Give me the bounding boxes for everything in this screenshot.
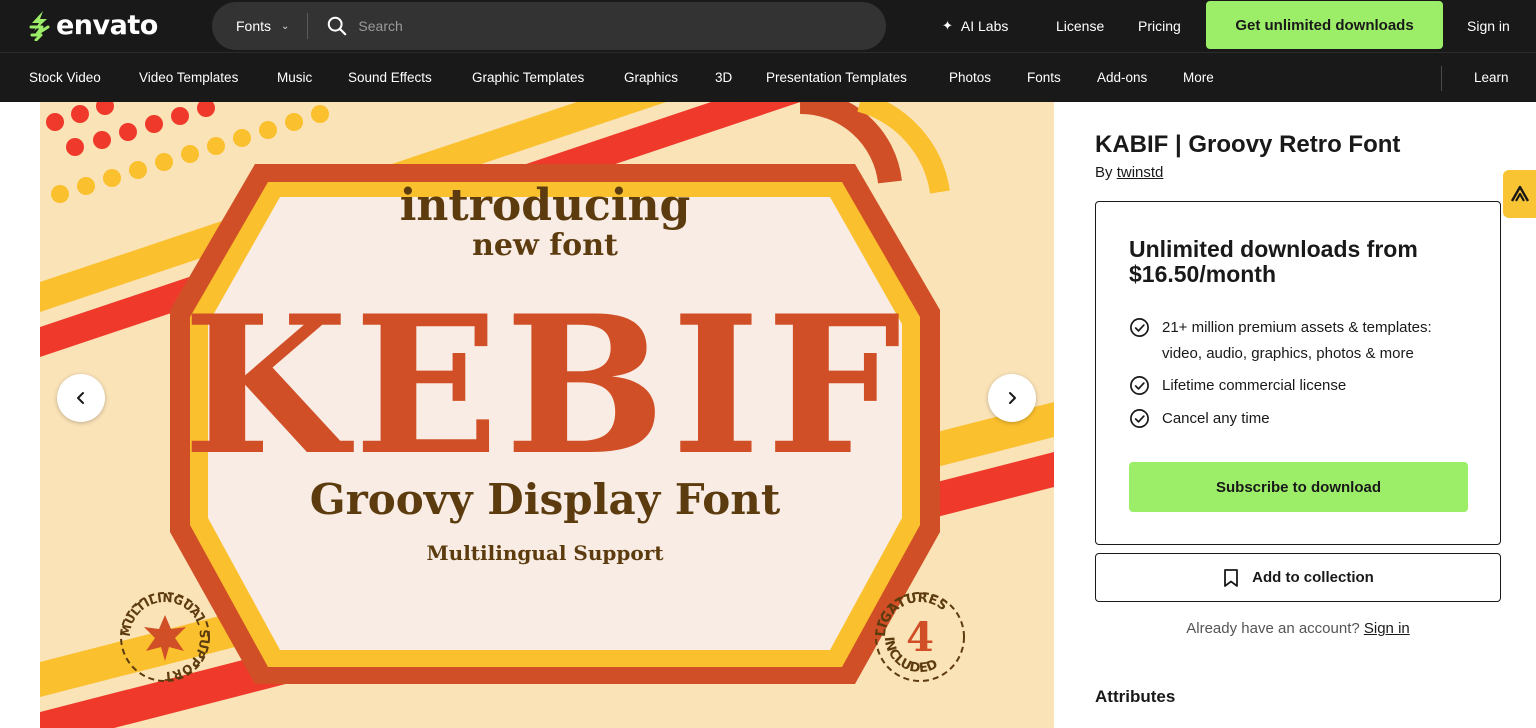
feature-item: Cancel any time — [1129, 406, 1270, 432]
preview-support-line: Multilingual Support — [427, 541, 665, 565]
check-circle-icon — [1130, 318, 1149, 337]
add-to-collection-label: Add to collection — [1252, 569, 1374, 586]
feature-item: 21+ million premium assets & templates: … — [1129, 315, 1469, 367]
search-category-dropdown[interactable]: Fonts ⌄ — [212, 13, 309, 39]
attributes-heading: Attributes — [1095, 687, 1176, 706]
sign-in-link[interactable]: Sign in — [1467, 0, 1510, 52]
logo-text: envato — [56, 9, 158, 41]
chevron-left-icon — [77, 392, 84, 404]
category-nav: Stock Video Video Templates Music Sound … — [0, 52, 1536, 102]
search-input[interactable] — [358, 18, 839, 34]
pricing-link[interactable]: Pricing — [1138, 0, 1181, 52]
next-image-button[interactable] — [988, 374, 1036, 422]
feature-item: Lifetime commercial license — [1129, 373, 1346, 399]
nav-add-ons[interactable]: Add-ons — [1097, 53, 1147, 103]
account-sign-in-link[interactable]: Sign in — [1364, 620, 1410, 637]
ai-labs-label: AI Labs — [960, 18, 1009, 34]
top-header: envato Fonts ⌄ ✦ AI Labs License Pricing… — [0, 0, 1536, 52]
bookmark-icon — [1224, 568, 1239, 587]
nav-3d[interactable]: 3D — [715, 53, 732, 103]
byline: By twinstd — [1095, 164, 1163, 181]
envato-logo[interactable]: envato — [28, 9, 158, 41]
floating-extension-button[interactable] — [1503, 170, 1536, 218]
account-prompt-text: Already have an account? — [1186, 620, 1360, 637]
ai-labs-link[interactable]: ✦ AI Labs — [942, 0, 1008, 52]
add-to-collection-button[interactable]: Add to collection — [1095, 553, 1501, 602]
chevron-down-icon: ⌄ — [281, 20, 290, 32]
license-link[interactable]: License — [1056, 0, 1104, 52]
product-preview-image: introducing new font KEBIF Groovy Displa… — [40, 102, 1054, 728]
nav-music[interactable]: Music — [277, 53, 312, 103]
chevron-right-icon — [1009, 392, 1016, 404]
nav-sound-effects[interactable]: Sound Effects — [348, 53, 432, 103]
nav-stock-video[interactable]: Stock Video — [29, 53, 101, 103]
feature-label: 21+ million premium assets & templates: … — [1162, 319, 1432, 362]
preview-headline-top: introducing — [400, 180, 691, 231]
sparkle-icon: ✦ — [942, 18, 953, 33]
account-prompt: Already have an account? Sign in — [1095, 620, 1501, 637]
subscription-heading: Unlimited downloads from $16.50/month — [1129, 236, 1418, 287]
nav-divider — [1441, 66, 1442, 91]
feature-label: Lifetime commercial license — [1162, 377, 1347, 394]
preview-font-name: KEBIF — [183, 274, 907, 497]
nav-graphics[interactable]: Graphics — [624, 53, 678, 103]
extension-icon — [1510, 185, 1530, 202]
by-label: By — [1095, 164, 1113, 181]
check-circle-icon — [1130, 376, 1149, 395]
envato-leaf-icon — [29, 11, 50, 41]
nav-photos[interactable]: Photos — [949, 53, 991, 103]
preview-tagline: Groovy Display Font — [310, 475, 781, 524]
author-link[interactable]: twinstd — [1117, 164, 1164, 181]
nav-learn[interactable]: Learn — [1474, 53, 1509, 103]
subscription-card: Unlimited downloads from $16.50/month 21… — [1095, 201, 1501, 545]
previous-image-button[interactable] — [57, 374, 105, 422]
preview-headline-sub: new font — [472, 228, 618, 263]
check-circle-icon — [1130, 409, 1149, 428]
nav-presentation-templates[interactable]: Presentation Templates — [766, 53, 907, 103]
nav-graphic-templates[interactable]: Graphic Templates — [472, 53, 584, 103]
search-bar: Fonts ⌄ — [212, 2, 886, 50]
nav-video-templates[interactable]: Video Templates — [139, 53, 238, 103]
search-category-label: Fonts — [236, 18, 272, 34]
product-title: KABIF | Groovy Retro Font — [1095, 131, 1401, 158]
search-icon[interactable] — [326, 15, 348, 37]
nav-more[interactable]: More — [1183, 53, 1214, 103]
feature-label: Cancel any time — [1162, 410, 1270, 427]
get-unlimited-downloads-button[interactable]: Get unlimited downloads — [1206, 1, 1443, 49]
subscribe-to-download-button[interactable]: Subscribe to download — [1129, 462, 1468, 512]
nav-fonts[interactable]: Fonts — [1027, 53, 1061, 103]
ligatures-count: 4 — [906, 614, 934, 661]
font-preview-artwork: introducing new font KEBIF Groovy Displa… — [40, 102, 1054, 728]
